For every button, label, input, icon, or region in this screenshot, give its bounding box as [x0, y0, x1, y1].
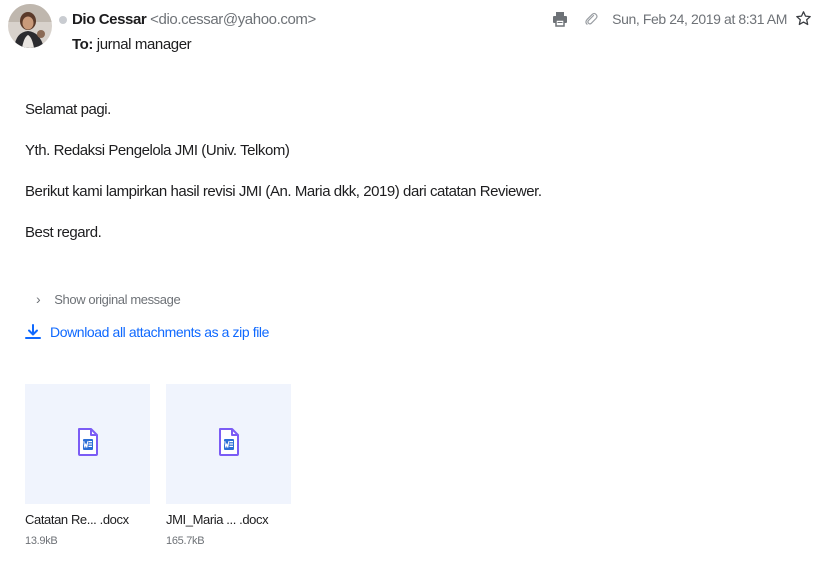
print-icon[interactable] — [552, 11, 568, 27]
recipient-label: To: — [72, 36, 94, 53]
message-body: Selamat pagi. Yth. Redaksi Pengelola JMI… — [25, 101, 785, 265]
body-paragraph: Berikut kami lampirkan hasil revisi JMI … — [25, 183, 542, 200]
timestamp: Sun, Feb 24, 2019 at 8:31 AM — [612, 10, 787, 27]
avatar[interactable] — [8, 4, 52, 48]
chevron-right-icon: › — [36, 291, 41, 307]
show-original-link[interactable]: › Show original message — [36, 291, 181, 307]
show-original-label: Show original message — [54, 291, 181, 307]
attachment-size: 13.9kB — [25, 535, 58, 547]
avatar-photo — [8, 4, 52, 48]
sender-email[interactable]: <dio.cessar@yahoo.com> — [150, 11, 316, 28]
recipient-name[interactable]: jurnal manager — [97, 36, 192, 53]
body-paragraph: Selamat pagi. — [25, 101, 111, 118]
sender-name[interactable]: Dio Cessar — [72, 11, 147, 28]
attachment-preview[interactable] — [166, 384, 291, 504]
sender-line: Dio Cessar <dio.cessar@yahoo.com> — [72, 11, 316, 28]
body-paragraph: Best regard. — [25, 224, 102, 241]
attachment-size: 165.7kB — [166, 535, 205, 547]
recipient-line: To: jurnal manager — [72, 36, 192, 53]
download-all-label: Download all attachments as a zip file — [50, 324, 270, 340]
download-all-link[interactable]: Download all attachments as a zip file — [24, 323, 269, 341]
download-icon — [24, 323, 42, 341]
word-document-icon — [218, 427, 240, 461]
header-tools: Sun, Feb 24, 2019 at 8:31 AM — [552, 10, 812, 27]
body-paragraph: Yth. Redaksi Pengelola JMI (Univ. Telkom… — [25, 142, 290, 159]
star-icon[interactable] — [795, 10, 812, 27]
word-document-icon — [77, 427, 99, 461]
attachment-preview[interactable] — [25, 384, 150, 504]
paperclip-icon[interactable] — [584, 11, 598, 27]
attachment-card[interactable]: JMI_Maria ... .docx 165.7kB — [166, 384, 291, 547]
attachment-name[interactable]: JMI_Maria ... .docx — [166, 512, 291, 527]
attachment-card[interactable]: Catatan Re... .docx 13.9kB — [25, 384, 150, 547]
presence-dot — [59, 16, 67, 24]
attachment-name[interactable]: Catatan Re... .docx — [25, 512, 150, 527]
